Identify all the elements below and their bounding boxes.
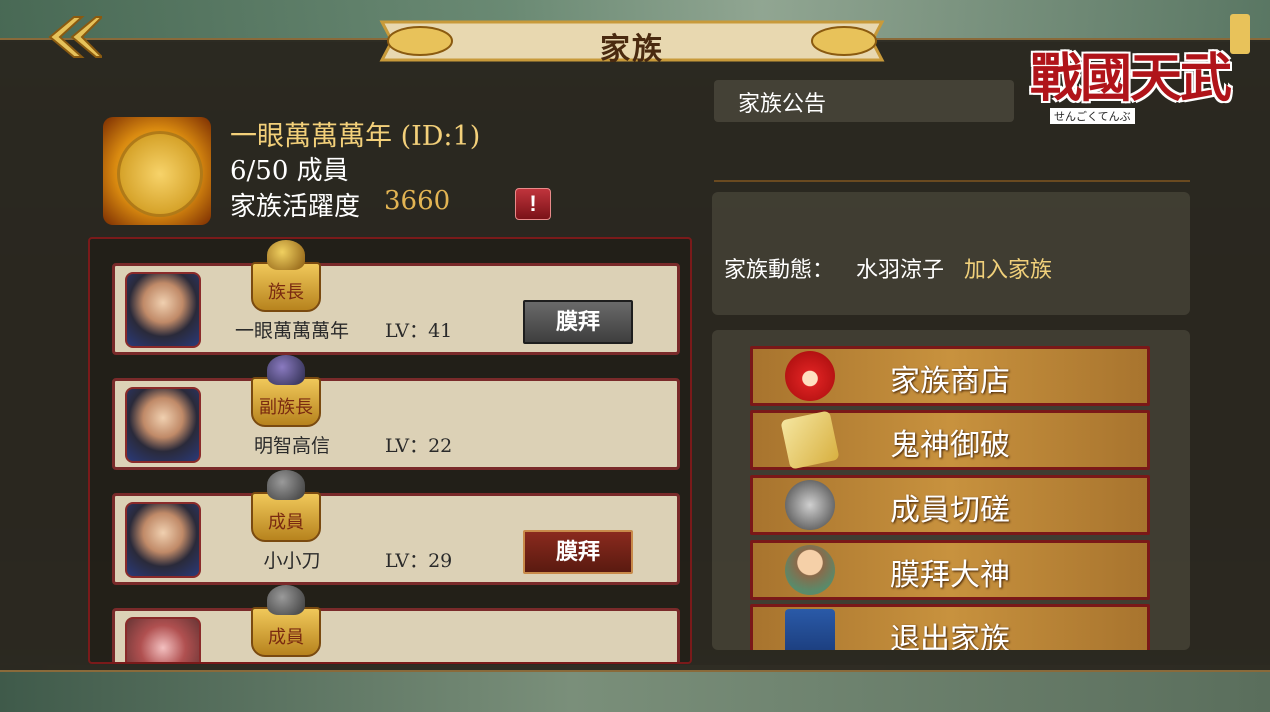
- title-banner: 家族: [372, 14, 892, 68]
- member-card[interactable]: 族長 一眼萬萬萬年 LV：41 膜拜: [112, 240, 680, 355]
- family-member-count: 6/50 成員: [230, 156, 349, 186]
- rank-badge: 成員: [251, 470, 321, 542]
- member-name: 小小刀: [263, 550, 321, 572]
- member-name: 明智高信: [253, 435, 330, 457]
- logo-subtext: せんごくてんぶ: [1050, 108, 1135, 124]
- member-card[interactable]: 成員: [112, 585, 680, 662]
- family-activity-label: 家族活躍度: [230, 192, 361, 222]
- member-list[interactable]: 族長 一眼萬萬萬年 LV：41 膜拜 副族長 明智高信 LV：22 成員 小小刀…: [88, 237, 692, 664]
- avatar: [125, 617, 201, 662]
- worship-master-button[interactable]: 膜拜大神: [750, 540, 1150, 600]
- back-button[interactable]: [44, 14, 105, 60]
- corner-ornament: [1230, 14, 1250, 54]
- leave-family-button[interactable]: 退出家族: [750, 604, 1150, 650]
- family-menu: 家族商店 鬼神御破 成員切磋 膜拜大神 退出家族: [712, 330, 1190, 650]
- member-sparring-button[interactable]: 成員切磋: [750, 475, 1150, 535]
- silver-helmet-icon: [267, 585, 305, 615]
- menu-label: 鬼神御破: [890, 428, 1010, 463]
- member-level: LV：22: [385, 435, 453, 457]
- menu-label: 成員切磋: [890, 493, 1010, 528]
- crest-emblem-icon: [117, 131, 203, 217]
- double-chevron-left-icon: [48, 16, 105, 58]
- dynamics-label: 家族動態：: [724, 258, 835, 283]
- avatar: [125, 502, 201, 578]
- menu-label: 膜拜大神: [890, 558, 1010, 593]
- family-dynamics: 家族動態： 水羽涼子 加入家族: [712, 192, 1190, 315]
- gold-helmet-icon: [267, 240, 305, 270]
- rank-label: 成員: [268, 512, 304, 533]
- page-title: 家族: [600, 33, 664, 66]
- rank-badge: 副族長: [251, 355, 321, 427]
- family-activity-value: 3660: [384, 186, 451, 216]
- rank-badge: 族長: [251, 240, 321, 312]
- family-crest: [103, 117, 211, 225]
- divider: [714, 180, 1190, 182]
- family-notice-bar[interactable]: 家族公告: [714, 80, 1014, 122]
- avatar: [125, 387, 201, 463]
- notice-label: 家族公告: [738, 92, 827, 117]
- alert-button[interactable]: !: [515, 188, 551, 220]
- family-shop-button[interactable]: 家族商店: [750, 346, 1150, 406]
- silver-helmet-icon: [267, 470, 305, 500]
- demon-raid-button[interactable]: 鬼神御破: [750, 410, 1150, 470]
- rank-label: 族長: [268, 282, 304, 303]
- rank-label: 副族長: [259, 397, 313, 418]
- member-level: LV：41: [385, 320, 453, 342]
- worship-button[interactable]: 膜拜: [523, 300, 633, 344]
- rank-label: 成員: [268, 627, 304, 648]
- menu-label: 退出家族: [890, 622, 1010, 650]
- dynamics-action: 加入家族: [964, 258, 1053, 283]
- member-name: 一眼萬萬萬年: [234, 320, 349, 342]
- worship-button[interactable]: 膜拜: [523, 530, 633, 574]
- purple-helmet-icon: [267, 355, 305, 385]
- member-card[interactable]: 副族長 明智高信 LV：22: [112, 355, 680, 470]
- dynamics-member: 水羽涼子: [856, 258, 945, 283]
- rank-badge: 成員: [251, 585, 321, 657]
- member-level: LV：29: [385, 550, 453, 572]
- family-name: 一眼萬萬萬年 (ID:1): [230, 121, 481, 152]
- logo-text: 戰國天武: [1030, 48, 1232, 109]
- avatar: [125, 272, 201, 348]
- member-card[interactable]: 成員 小小刀 LV：29 膜拜: [112, 470, 680, 585]
- game-logo: 戰國天武 せんごくてんぶ: [1022, 30, 1252, 126]
- background-bottom: [0, 665, 1270, 712]
- menu-label: 家族商店: [890, 364, 1010, 399]
